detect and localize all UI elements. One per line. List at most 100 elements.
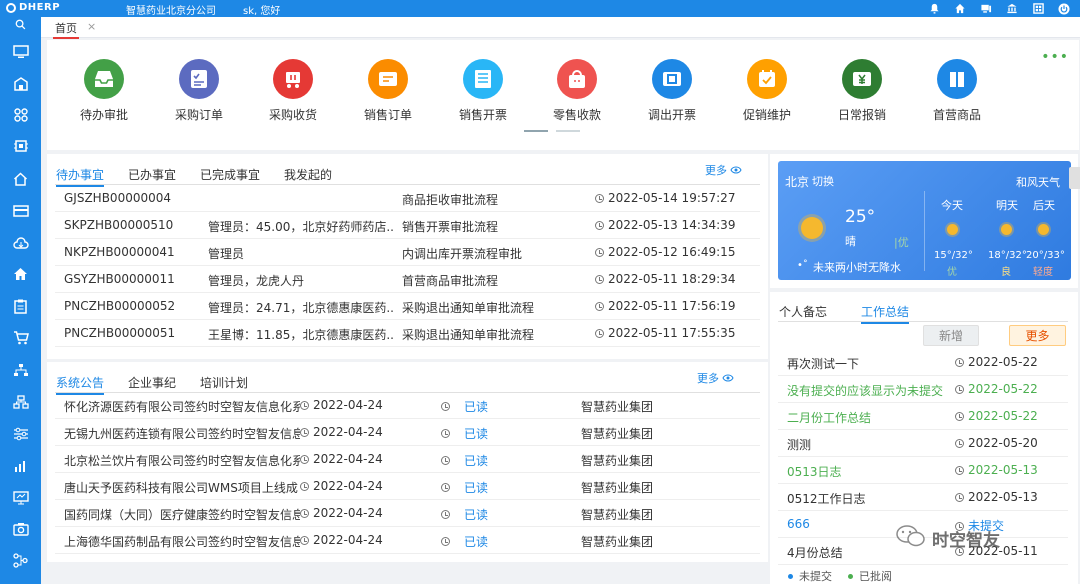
sidebar-cart-icon[interactable] xyxy=(0,326,41,350)
notice-org: 智慧药业集团 xyxy=(581,508,654,522)
note-title[interactable]: 666 xyxy=(787,517,810,531)
notice-title[interactable]: 上海德华国药制品有限公司签约时空智友信息 xyxy=(64,533,300,550)
eye-icon xyxy=(730,164,742,177)
notice-title[interactable]: 怀化济源医药有限公司签约时空智友信息化系 xyxy=(64,398,300,415)
sidebar-house-icon[interactable] xyxy=(0,167,41,191)
module-promotion[interactable]: 促销维护 xyxy=(727,59,807,123)
note-date: 2022-05-22 xyxy=(955,409,1038,423)
forecast-day-label: 明天 xyxy=(996,199,1018,212)
task-row[interactable]: PNCZHB00000051 王星博：11.85，北京德惠康医药... 采购退出通知… xyxy=(55,320,760,347)
note-date: 2022-05-22 xyxy=(955,355,1038,369)
module-retail-payment[interactable]: 零售收款 xyxy=(537,59,617,123)
forecast-aqi: 优 xyxy=(947,267,957,278)
module-sales-order[interactable]: 销售订单 xyxy=(348,59,428,123)
task-row[interactable]: PNCZHB00000052 管理员：24.71，北京德惠康医药... 采购退出通知… xyxy=(55,293,760,320)
weather-provider[interactable]: 和风天气 xyxy=(1016,174,1060,190)
sidebar-cloud-icon[interactable] xyxy=(0,231,41,255)
user-greeting[interactable]: sk, 您好 xyxy=(243,2,280,17)
forecast-range: 20°/33° xyxy=(1026,250,1065,261)
watermark: 时空智友 xyxy=(896,524,1000,553)
clock-icon xyxy=(300,536,309,545)
more-dots-icon[interactable]: ••• xyxy=(1041,50,1069,64)
clock-icon xyxy=(300,428,309,437)
notice-row[interactable]: 无锡九州医药连锁有限公司签约时空智友信息 2022-04-24 已读 智慧药业集团 xyxy=(55,419,760,446)
note-title[interactable]: 二月份工作总结 xyxy=(787,409,871,426)
grid-icon[interactable] xyxy=(1032,3,1044,15)
forecast-range: 15°/32° xyxy=(934,250,973,261)
task-row[interactable]: NKPZHB00000041 管理员 内调出库开票流程审批 2022-05-12 16… xyxy=(55,239,760,266)
notice-row[interactable]: 北京松兰饮片有限公司签约时空智友信息化系 2022-04-24 已读 智慧药业集团 xyxy=(55,446,760,473)
sidebar-sliders-icon[interactable] xyxy=(0,422,41,446)
clock-icon xyxy=(300,482,309,491)
notices-more-link[interactable]: 更多 xyxy=(697,370,734,386)
pager-dot[interactable] xyxy=(556,130,580,132)
sidebar-camera-icon[interactable] xyxy=(0,517,41,541)
note-title[interactable]: 0513日志 xyxy=(787,463,842,480)
sidebar-barchart-icon[interactable] xyxy=(0,454,41,478)
notice-row[interactable]: 怀化济源医药有限公司签约时空智友信息化系 2022-04-24 已读 智慧药业集团 xyxy=(55,392,760,419)
notice-status: 已读 xyxy=(464,400,489,414)
desktop-icon[interactable] xyxy=(980,3,992,15)
sidebar-monitor-icon[interactable] xyxy=(0,40,41,64)
clock-icon xyxy=(955,493,964,502)
notice-title[interactable]: 无锡九州医药连锁有限公司签约时空智友信息 xyxy=(64,425,300,442)
note-row[interactable]: 二月份工作总结 2022-05-22 xyxy=(778,403,1068,430)
note-title[interactable]: 4月份总结 xyxy=(787,544,843,561)
sidebar-org-icon[interactable] xyxy=(0,358,41,382)
sidebar-chip-icon[interactable] xyxy=(0,134,41,158)
notice-title[interactable]: 国药同煤（大同）医疗健康签约时空智友信息 xyxy=(64,506,300,523)
notice-row[interactable]: 上海德华国药制品有限公司签约时空智友信息 2022-04-24 已读 智慧药业集团 xyxy=(55,527,760,554)
tasks-more-link[interactable]: 更多 xyxy=(705,162,742,178)
module-purchase-receiving[interactable]: 采购收货 xyxy=(253,59,333,123)
pager-dot-active[interactable] xyxy=(524,130,548,132)
task-row[interactable]: GSYZHB00000011 管理员，龙虎人丹 首营商品审批流程 2022-05-11… xyxy=(55,266,760,293)
note-row[interactable]: 再次测试一下 2022-05-22 xyxy=(778,349,1068,376)
task-row[interactable]: GJSZHB00000004 商品拒收审批流程 2022-05-14 19:57:2… xyxy=(55,185,760,212)
sidebar-home-icon[interactable] xyxy=(0,262,41,286)
module-expense[interactable]: 日常报销 xyxy=(822,59,902,123)
forecast-day-label: 今天 xyxy=(941,199,963,212)
sidebar-document-icon[interactable] xyxy=(0,294,41,318)
power-icon[interactable] xyxy=(1058,3,1070,15)
note-title[interactable]: 测测 xyxy=(787,436,811,453)
sidebar-flow-icon[interactable] xyxy=(0,548,41,572)
weather-switch-link[interactable]: 切换 xyxy=(812,173,834,189)
note-row[interactable]: 0512工作日志 2022-05-13 xyxy=(778,484,1068,511)
notice-row[interactable]: 唐山天予医药科技有限公司WMS项目上线成 2022-04-24 已读 智慧药业集团 xyxy=(55,473,760,500)
sidebar-presentation-icon[interactable] xyxy=(0,486,41,510)
sidebar-building-icon[interactable] xyxy=(0,72,41,96)
collapse-handle[interactable] xyxy=(1069,167,1080,189)
module-first-product[interactable]: 首营商品 xyxy=(917,59,997,123)
app-logo[interactable]: DHERP xyxy=(6,2,60,13)
module-purchase-order[interactable]: 采购订单 xyxy=(159,59,239,123)
sidebar-card-icon[interactable] xyxy=(0,199,41,223)
note-row[interactable]: 0513日志 2022-05-13 xyxy=(778,457,1068,484)
note-title[interactable]: 没有提交的应该显示为未提交 xyxy=(787,382,943,399)
note-date: 2022-05-13 xyxy=(955,490,1038,504)
bell-icon[interactable] xyxy=(928,3,940,15)
note-row[interactable]: 没有提交的应该显示为未提交 2022-05-22 xyxy=(778,376,1068,403)
company-name[interactable]: 智慧药业北京分公司 xyxy=(126,2,216,17)
home-icon[interactable] xyxy=(954,3,966,15)
module-sales-invoice[interactable]: 销售开票 xyxy=(443,59,523,123)
notice-title[interactable]: 唐山天予医药科技有限公司WMS项目上线成 xyxy=(64,479,300,496)
module-transfer-invoice[interactable]: 调出开票 xyxy=(632,59,712,123)
clock-icon xyxy=(595,194,604,203)
sidebar-search-icon[interactable] xyxy=(0,17,41,31)
new-note-button[interactable]: 新增 xyxy=(923,325,979,346)
tab-home[interactable]: 首页 xyxy=(53,20,79,39)
note-row[interactable]: 测测 2022-05-20 xyxy=(778,430,1068,457)
bank-icon[interactable] xyxy=(1006,3,1018,15)
notes-more-button[interactable]: 更多 xyxy=(1009,325,1066,346)
notice-row[interactable]: 国药同煤（大同）医疗健康签约时空智友信息 2022-04-24 已读 智慧药业集团 xyxy=(55,500,760,527)
task-time: 2022-05-13 14:34:39 xyxy=(595,218,735,232)
note-title[interactable]: 0512工作日志 xyxy=(787,490,866,507)
task-row[interactable]: SKPZHB00000510 管理员：45.00，北京好药师药店... 销售开票审批… xyxy=(55,212,760,239)
note-title[interactable]: 再次测试一下 xyxy=(787,355,859,372)
notice-date: 2022-04-24 xyxy=(300,506,383,520)
module-pending-approval[interactable]: 待办审批 xyxy=(64,59,144,123)
sidebar-apps-icon[interactable] xyxy=(0,103,41,127)
notice-title[interactable]: 北京松兰饮片有限公司签约时空智友信息化系 xyxy=(64,452,300,469)
close-icon[interactable]: × xyxy=(87,20,96,33)
sidebar-network-icon[interactable] xyxy=(0,390,41,414)
